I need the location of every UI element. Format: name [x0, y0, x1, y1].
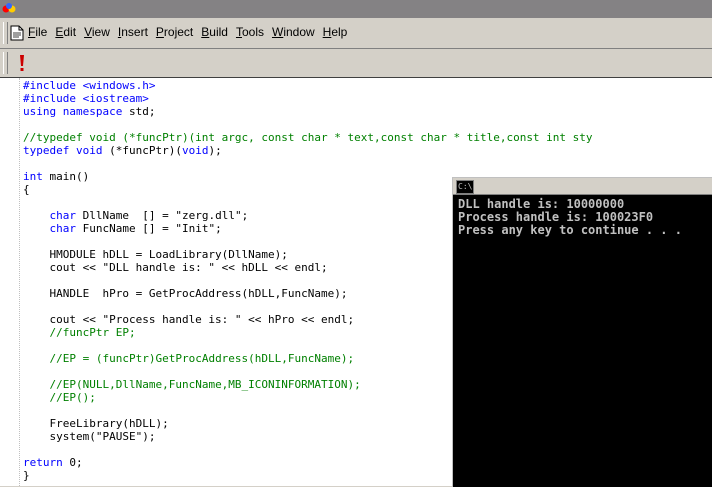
console-window[interactable]: C:\ DLL handle is: 10000000 Process handl… [452, 177, 712, 487]
menu-item-help[interactable]: Help [323, 25, 353, 39]
code-line[interactable]: typedef void (*funcPtr)(void); [23, 144, 593, 157]
code-token: } [23, 469, 30, 482]
console-line: Press any key to continue . . . [458, 223, 682, 237]
menu-label: uild [209, 25, 228, 39]
code-token: std; [122, 105, 156, 118]
keyword-token: int [23, 170, 43, 183]
menu-label: elp [331, 25, 348, 39]
code-token: cout << "DLL handle is: " << hDLL << end… [23, 261, 328, 274]
menu-item-insert[interactable]: Insert [118, 25, 153, 39]
comment-token: //EP(); [49, 391, 96, 404]
code-token: cout << "Process handle is: " << hPro <<… [23, 313, 355, 326]
editor-gutter [0, 78, 20, 486]
code-token: ); [208, 144, 222, 157]
title-bar [0, 0, 712, 18]
code-token: FuncName [] = "Init"; [76, 222, 222, 235]
menu-bar: File Edit View Insert Project Build Tools Windo… [0, 18, 712, 49]
code-token: HMODULE hDLL = LoadLibrary(DllName); [23, 248, 288, 261]
comment-token: //EP(NULL,DllName,FuncName,MB_ICONINFORM… [49, 378, 361, 391]
keyword-token: char [49, 209, 77, 222]
keyword-token: typedef void [23, 144, 103, 157]
exclamation-icon[interactable] [14, 53, 30, 73]
code-token: system("PAUSE"); [23, 430, 156, 443]
keyword-token: return [23, 456, 63, 469]
menu-items: File Edit View Insert Project Build Tools Windo… [28, 25, 355, 39]
menu-accelerator: V [84, 25, 92, 39]
menubar-grip[interactable] [3, 22, 8, 44]
menu-label: dit [63, 25, 77, 39]
menu-item-file[interactable]: File [28, 25, 52, 39]
code-line[interactable] [23, 157, 593, 170]
console-title-bar[interactable]: C:\ [453, 178, 712, 195]
menu-item-view[interactable]: View [84, 25, 115, 39]
keyword-token: void [181, 144, 209, 157]
menu-item-tools[interactable]: Tools [236, 25, 269, 39]
code-line[interactable]: #include <windows.h> [23, 79, 593, 92]
console-output: DLL handle is: 10000000 Process handle is… [458, 198, 682, 237]
menu-item-window[interactable]: Window [272, 25, 320, 39]
code-token: HANDLE hPro = GetProcAddress(hDLL,FuncNa… [23, 287, 348, 300]
menu-label: nsert [121, 25, 148, 39]
app-icon [2, 3, 16, 13]
code-line[interactable]: //typedef void (*funcPtr)(int argc, cons… [23, 131, 593, 144]
menu-label: iew [91, 25, 110, 39]
console-icon: C:\ [456, 180, 474, 194]
toolbar [0, 49, 712, 78]
comment-token: //funcPtr EP; [49, 326, 136, 339]
code-line[interactable]: using namespace std; [23, 105, 593, 118]
menu-accelerator: W [271, 25, 284, 39]
code-line[interactable] [23, 118, 593, 131]
code-token: 0; [62, 456, 83, 469]
menu-accelerator: P [155, 25, 164, 39]
comment-token: //typedef void (*funcPtr)(int argc, cons… [23, 131, 593, 144]
document-icon[interactable] [10, 25, 24, 41]
toolbar-grip[interactable] [3, 52, 8, 74]
keyword-token: #include <windows.h> [23, 79, 156, 92]
menu-item-build[interactable]: Build [201, 25, 233, 39]
comment-token: //EP = (funcPtr)GetProcAddress(hDLL,Func… [49, 352, 355, 365]
code-token: main() [42, 170, 90, 183]
code-token: DllName [] = "zerg.dll"; [76, 209, 249, 222]
menu-item-project[interactable]: Project [156, 25, 198, 39]
code-token: FreeLibrary(hDLL); [23, 417, 169, 430]
menu-label: roject [163, 25, 194, 39]
keyword-token: char [49, 222, 77, 235]
keyword-token: #include <iostream> [23, 92, 149, 105]
code-line[interactable]: #include <iostream> [23, 92, 593, 105]
code-token: { [23, 183, 30, 196]
code-token: (*funcPtr)( [102, 144, 182, 157]
menu-label: ile [35, 25, 48, 39]
menu-item-edit[interactable]: Edit [55, 25, 81, 39]
menu-label: indow [283, 25, 315, 39]
menu-label: ools [241, 25, 264, 39]
keyword-token: using namespace [23, 105, 123, 118]
